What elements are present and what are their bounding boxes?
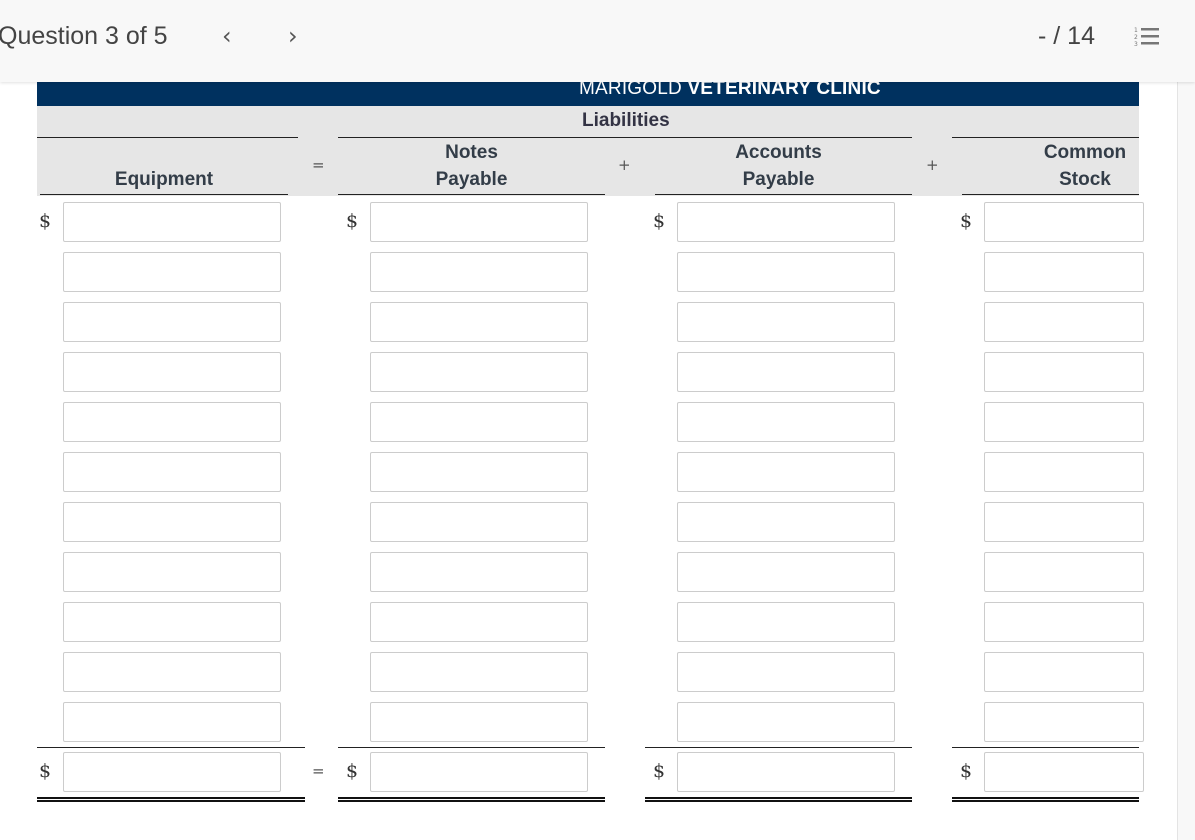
amount-input-accounts-payable[interactable] [677, 552, 895, 592]
column-header-accounts-payable: Accounts Payable [645, 139, 912, 193]
total-rule [37, 747, 305, 748]
amount-input-equipment[interactable] [63, 202, 281, 242]
header-rule [338, 137, 912, 138]
amount-input-accounts-payable[interactable] [677, 602, 895, 642]
currency-symbol: $ [653, 210, 666, 232]
total-rule [952, 747, 1139, 748]
amount-input-equipment[interactable] [63, 452, 281, 492]
amount-input-equipment[interactable] [63, 702, 281, 742]
currency-symbol: $ [39, 760, 52, 782]
currency-symbol: $ [346, 760, 359, 782]
amount-input-notes-payable[interactable] [370, 652, 588, 692]
double-underline [37, 797, 305, 802]
amount-input-accounts-payable[interactable] [677, 252, 895, 292]
amount-input-accounts-payable[interactable] [677, 502, 895, 542]
amount-input-accounts-payable[interactable] [677, 352, 895, 392]
column-header-line2: Stock [1059, 169, 1111, 190]
amount-input-notes-payable[interactable] [370, 202, 588, 242]
amount-input-accounts-payable[interactable] [677, 652, 895, 692]
amount-input-accounts-payable[interactable] [677, 702, 895, 742]
svg-text:2: 2 [1134, 34, 1138, 41]
amount-input-accounts-payable[interactable] [677, 402, 895, 442]
double-underline [645, 797, 912, 802]
amount-input-common-stock[interactable] [984, 452, 1144, 492]
operator-equals: = [312, 156, 325, 174]
amount-input-common-stock[interactable] [984, 202, 1144, 242]
header-rule [37, 137, 298, 138]
total-input-notes-payable[interactable] [370, 752, 588, 792]
column-header-equipment: Equipment [37, 139, 291, 193]
column-header-line2: Payable [742, 169, 815, 190]
column-underline [962, 194, 1139, 195]
amount-input-common-stock[interactable] [984, 552, 1144, 592]
amount-input-notes-payable[interactable] [370, 502, 588, 542]
currency-symbol: $ [960, 210, 973, 232]
total-input-equipment[interactable] [63, 752, 281, 792]
column-header-line2: Equipment [114, 169, 214, 190]
amount-input-notes-payable[interactable] [370, 452, 588, 492]
total-rule [338, 747, 605, 748]
score-display: - / 14 [1038, 22, 1095, 50]
currency-symbol: $ [346, 210, 359, 232]
top-bar: Question 3 of 5 ‹ › - / 14 1 2 3 [0, 0, 1195, 82]
column-underline [338, 194, 605, 195]
amount-input-notes-payable[interactable] [370, 602, 588, 642]
amount-input-accounts-payable[interactable] [677, 452, 895, 492]
svg-text:1: 1 [1134, 27, 1138, 34]
amount-input-equipment[interactable] [63, 552, 281, 592]
operator-plus: + [926, 156, 939, 174]
amount-input-common-stock[interactable] [984, 502, 1144, 542]
question-counter: Question 3 of 5 [0, 22, 168, 50]
column-header-line1: Common [1043, 142, 1127, 163]
previous-question-button[interactable]: ‹ [222, 22, 232, 50]
amount-input-notes-payable[interactable] [370, 302, 588, 342]
amount-input-equipment[interactable] [63, 502, 281, 542]
double-underline [338, 797, 605, 802]
liabilities-group-label: Liabilities [582, 110, 670, 131]
amount-input-equipment[interactable] [63, 302, 281, 342]
amount-input-notes-payable[interactable] [370, 402, 588, 442]
amount-input-common-stock[interactable] [984, 602, 1144, 642]
currency-symbol: $ [653, 760, 666, 782]
page-scrollbar[interactable] [1177, 82, 1195, 840]
currency-symbol: $ [39, 210, 52, 232]
column-header-common-stock: Common Stock [952, 139, 1195, 193]
double-underline [952, 797, 1139, 802]
column-underline [40, 194, 288, 195]
amount-input-notes-payable[interactable] [370, 252, 588, 292]
amount-input-common-stock[interactable] [984, 252, 1144, 292]
column-header-line1: Notes [445, 142, 498, 163]
amount-input-accounts-payable[interactable] [677, 302, 895, 342]
svg-text:3: 3 [1134, 41, 1138, 48]
amount-input-common-stock[interactable] [984, 302, 1144, 342]
amount-input-equipment[interactable] [63, 652, 281, 692]
operator-plus: + [618, 156, 631, 174]
column-header-notes-payable: Notes Payable [338, 139, 605, 193]
amount-input-notes-payable[interactable] [370, 702, 588, 742]
total-input-accounts-payable[interactable] [677, 752, 895, 792]
amount-input-equipment[interactable] [63, 252, 281, 292]
column-header-line2: Payable [435, 169, 508, 190]
next-question-button[interactable]: › [288, 22, 298, 50]
amount-input-equipment[interactable] [63, 402, 281, 442]
amount-input-common-stock[interactable] [984, 352, 1144, 392]
total-operator-equals: = [312, 762, 325, 780]
amount-input-common-stock[interactable] [984, 702, 1144, 742]
amount-input-notes-payable[interactable] [370, 352, 588, 392]
amount-input-equipment[interactable] [63, 602, 281, 642]
amount-input-equipment[interactable] [63, 352, 281, 392]
amount-input-common-stock[interactable] [984, 402, 1144, 442]
column-header-line1: Accounts [735, 142, 822, 163]
column-header-line1 [37, 139, 291, 166]
total-input-common-stock[interactable] [984, 752, 1144, 792]
amount-input-common-stock[interactable] [984, 652, 1144, 692]
total-rule [645, 747, 912, 748]
header-rule [952, 137, 1139, 138]
amount-input-notes-payable[interactable] [370, 552, 588, 592]
numbered-list-icon[interactable]: 1 2 3 [1134, 26, 1162, 48]
amount-input-accounts-payable[interactable] [677, 202, 895, 242]
column-underline [655, 194, 912, 195]
currency-symbol: $ [960, 760, 973, 782]
